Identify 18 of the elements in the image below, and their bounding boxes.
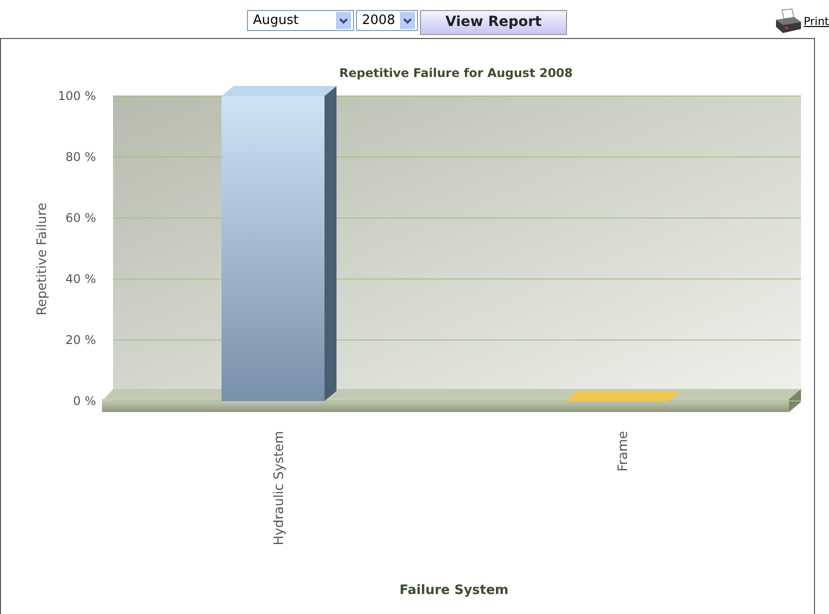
category-label: Hydraulic System (272, 431, 287, 546)
caret-icon (400, 12, 415, 28)
axis-tick-label: 60 % (66, 211, 96, 225)
axis-tick-label: 40 % (66, 272, 96, 286)
category-label: Frame (616, 431, 631, 472)
axis-tick-label: 20 % (66, 333, 96, 347)
axis-tick-label: 100 % (58, 89, 96, 103)
caret-icon (336, 12, 351, 28)
printer-icon[interactable] (774, 8, 802, 34)
month-select[interactable]: August (247, 10, 354, 30)
chart-title: Repetitive Failure for August 2008 (339, 66, 573, 80)
axis-tick-label: 80 % (66, 150, 96, 164)
y-axis-title: Repetitive Failure (35, 202, 50, 316)
view-report-button[interactable]: View Report (420, 10, 567, 34)
axis-tick-label: 0 % (73, 394, 96, 408)
print-link[interactable]: Print (804, 14, 829, 28)
x-axis-title: Failure System (400, 583, 508, 598)
year-select[interactable]: 2008 (356, 10, 418, 30)
